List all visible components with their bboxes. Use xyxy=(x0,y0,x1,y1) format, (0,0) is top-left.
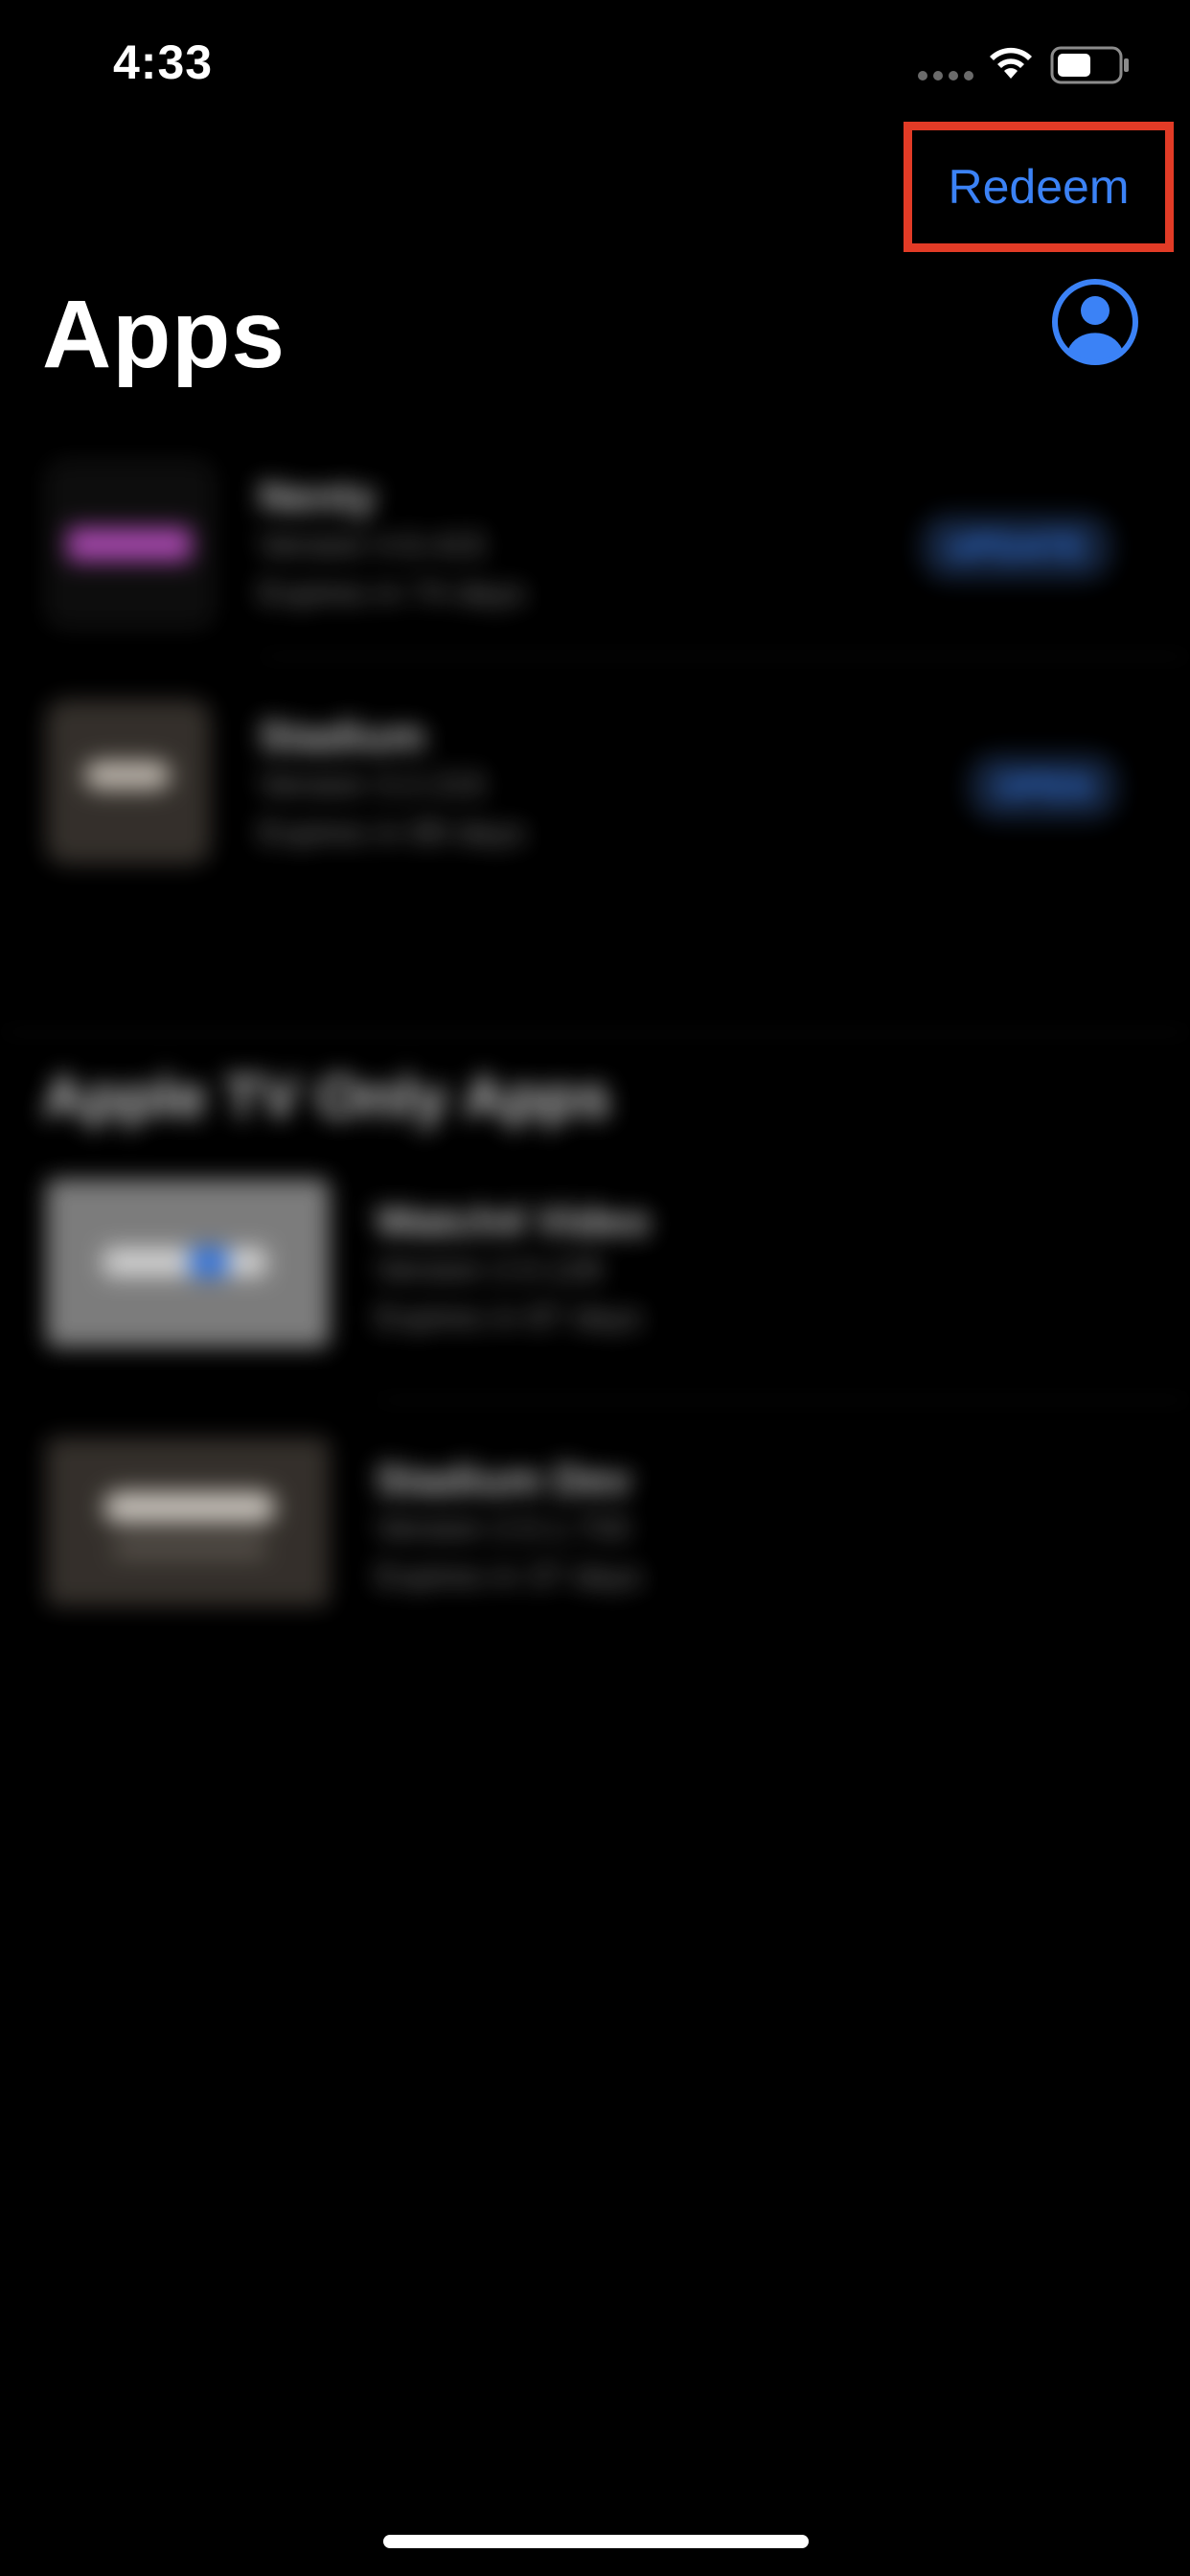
app-icon xyxy=(46,1179,330,1347)
divider xyxy=(259,656,1190,657)
status-time: 4:33 xyxy=(113,35,214,89)
redeem-highlight: Redeem xyxy=(904,122,1174,252)
app-icon xyxy=(46,460,215,629)
app-expires: Expires in 89 days xyxy=(259,815,525,851)
app-version: Version 3.2.215 xyxy=(259,767,486,803)
page-title: Apps xyxy=(42,281,286,388)
home-indicator[interactable] xyxy=(383,2535,809,2548)
app-name: Watch4 Video xyxy=(376,1198,651,1245)
app-version: Version 2.0.128 xyxy=(376,1252,603,1288)
list-item[interactable]: Watch4 Video Version 2.0.128 Expires in … xyxy=(0,1179,1190,1370)
list-item[interactable]: Stadium Dev Version 2.0.1.733 Expires in… xyxy=(0,1438,1190,1629)
app-version: Version 2.0.1.733 xyxy=(376,1510,629,1547)
account-icon[interactable] xyxy=(1051,278,1139,366)
app-icon xyxy=(46,700,211,864)
blurred-app-list: Nenty Version 4.6.415 Expires in 74 days… xyxy=(0,422,1190,1668)
section-divider xyxy=(0,1031,1190,1033)
list-item[interactable]: Nenty Version 4.6.415 Expires in 74 days… xyxy=(0,441,1190,632)
app-version: Version 4.6.415 xyxy=(259,527,486,564)
app-expires: Expires in 87 days xyxy=(376,1300,642,1336)
update-button[interactable]: UPDATE xyxy=(920,514,1113,581)
wifi-icon xyxy=(990,47,1032,79)
app-expires: Expires in 37 days xyxy=(376,1558,642,1595)
app-name: Nenty xyxy=(259,473,377,520)
divider xyxy=(376,1399,1190,1401)
app-name: Stadium Dev xyxy=(376,1457,631,1504)
app-name: Stadium xyxy=(259,713,425,760)
section-title: Apple TV Only Apps xyxy=(42,1065,611,1131)
screen: 4:33 Redeem Apps Nenty Version 4.6.415 E… xyxy=(0,0,1190,2576)
list-item[interactable]: Stadium Version 3.2.215 Expires in 89 da… xyxy=(0,700,1190,891)
open-button[interactable]: OPEN xyxy=(968,753,1120,820)
app-icon xyxy=(46,1438,330,1606)
cellular-icon xyxy=(918,71,973,80)
battery-icon xyxy=(1050,46,1129,84)
app-expires: Expires in 74 days xyxy=(259,575,525,611)
redeem-button[interactable]: Redeem xyxy=(949,159,1130,215)
